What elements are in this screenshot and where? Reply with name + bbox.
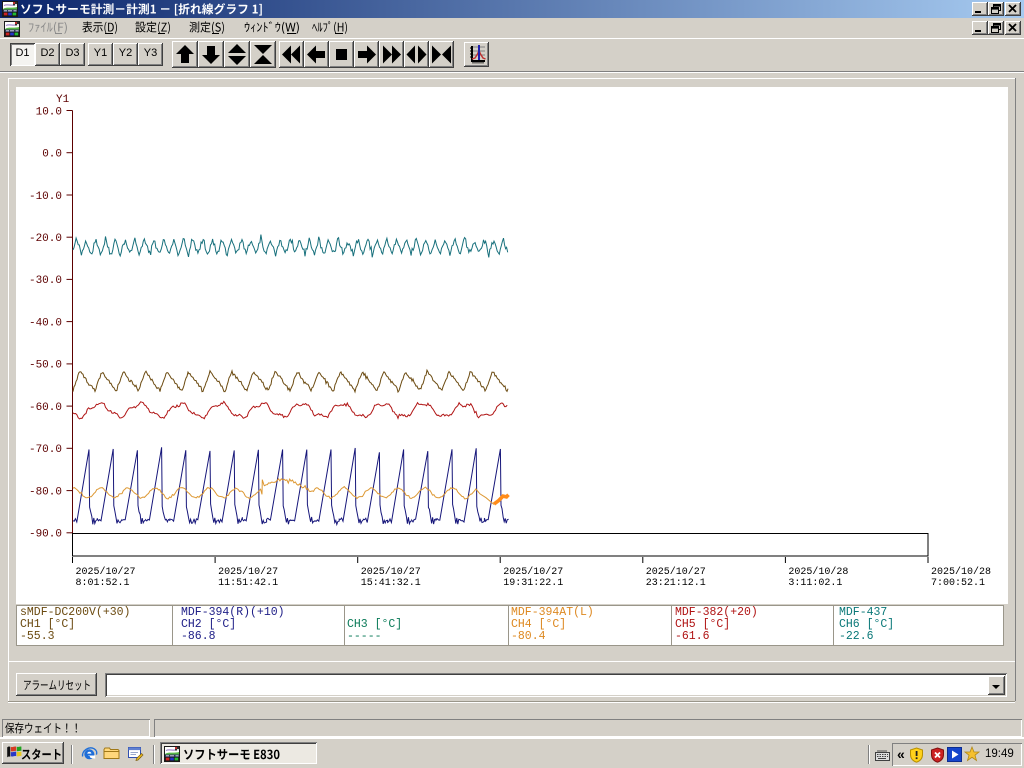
- svg-text:-30.0: -30.0: [29, 275, 62, 287]
- svg-text:-80.0: -80.0: [29, 486, 62, 498]
- svg-text:2025/10/27: 2025/10/27: [76, 566, 136, 578]
- svg-text:3:11:02.1: 3:11:02.1: [788, 578, 842, 589]
- svg-text:23:21:12.1: 23:21:12.1: [646, 578, 706, 589]
- svg-text:11:51:42.1: 11:51:42.1: [218, 578, 278, 589]
- svg-text:2025/10/27: 2025/10/27: [646, 566, 706, 578]
- svg-text:2025/10/28: 2025/10/28: [931, 566, 991, 578]
- svg-text:Y1: Y1: [56, 94, 70, 106]
- svg-text:-60.0: -60.0: [29, 402, 62, 414]
- svg-text:2025/10/27: 2025/10/27: [361, 566, 421, 578]
- svg-text:2025/10/27: 2025/10/27: [218, 566, 278, 578]
- svg-text:19:31:22.1: 19:31:22.1: [503, 578, 563, 589]
- svg-text:2025/10/27: 2025/10/27: [503, 566, 563, 578]
- svg-text:-10.0: -10.0: [29, 191, 62, 203]
- svg-text:2025/10/28: 2025/10/28: [788, 566, 848, 578]
- svg-text:-90.0: -90.0: [29, 529, 62, 541]
- svg-text:-40.0: -40.0: [29, 317, 62, 329]
- svg-text:8:01:52.1: 8:01:52.1: [76, 578, 130, 589]
- svg-text:0.0: 0.0: [42, 149, 62, 161]
- svg-text:-70.0: -70.0: [29, 444, 62, 456]
- svg-text:-20.0: -20.0: [29, 233, 62, 245]
- svg-text:15:41:32.1: 15:41:32.1: [361, 578, 421, 589]
- svg-text:-50.0: -50.0: [29, 360, 62, 372]
- svg-text:10.0: 10.0: [36, 106, 62, 118]
- svg-text:7:00:52.1: 7:00:52.1: [931, 578, 985, 589]
